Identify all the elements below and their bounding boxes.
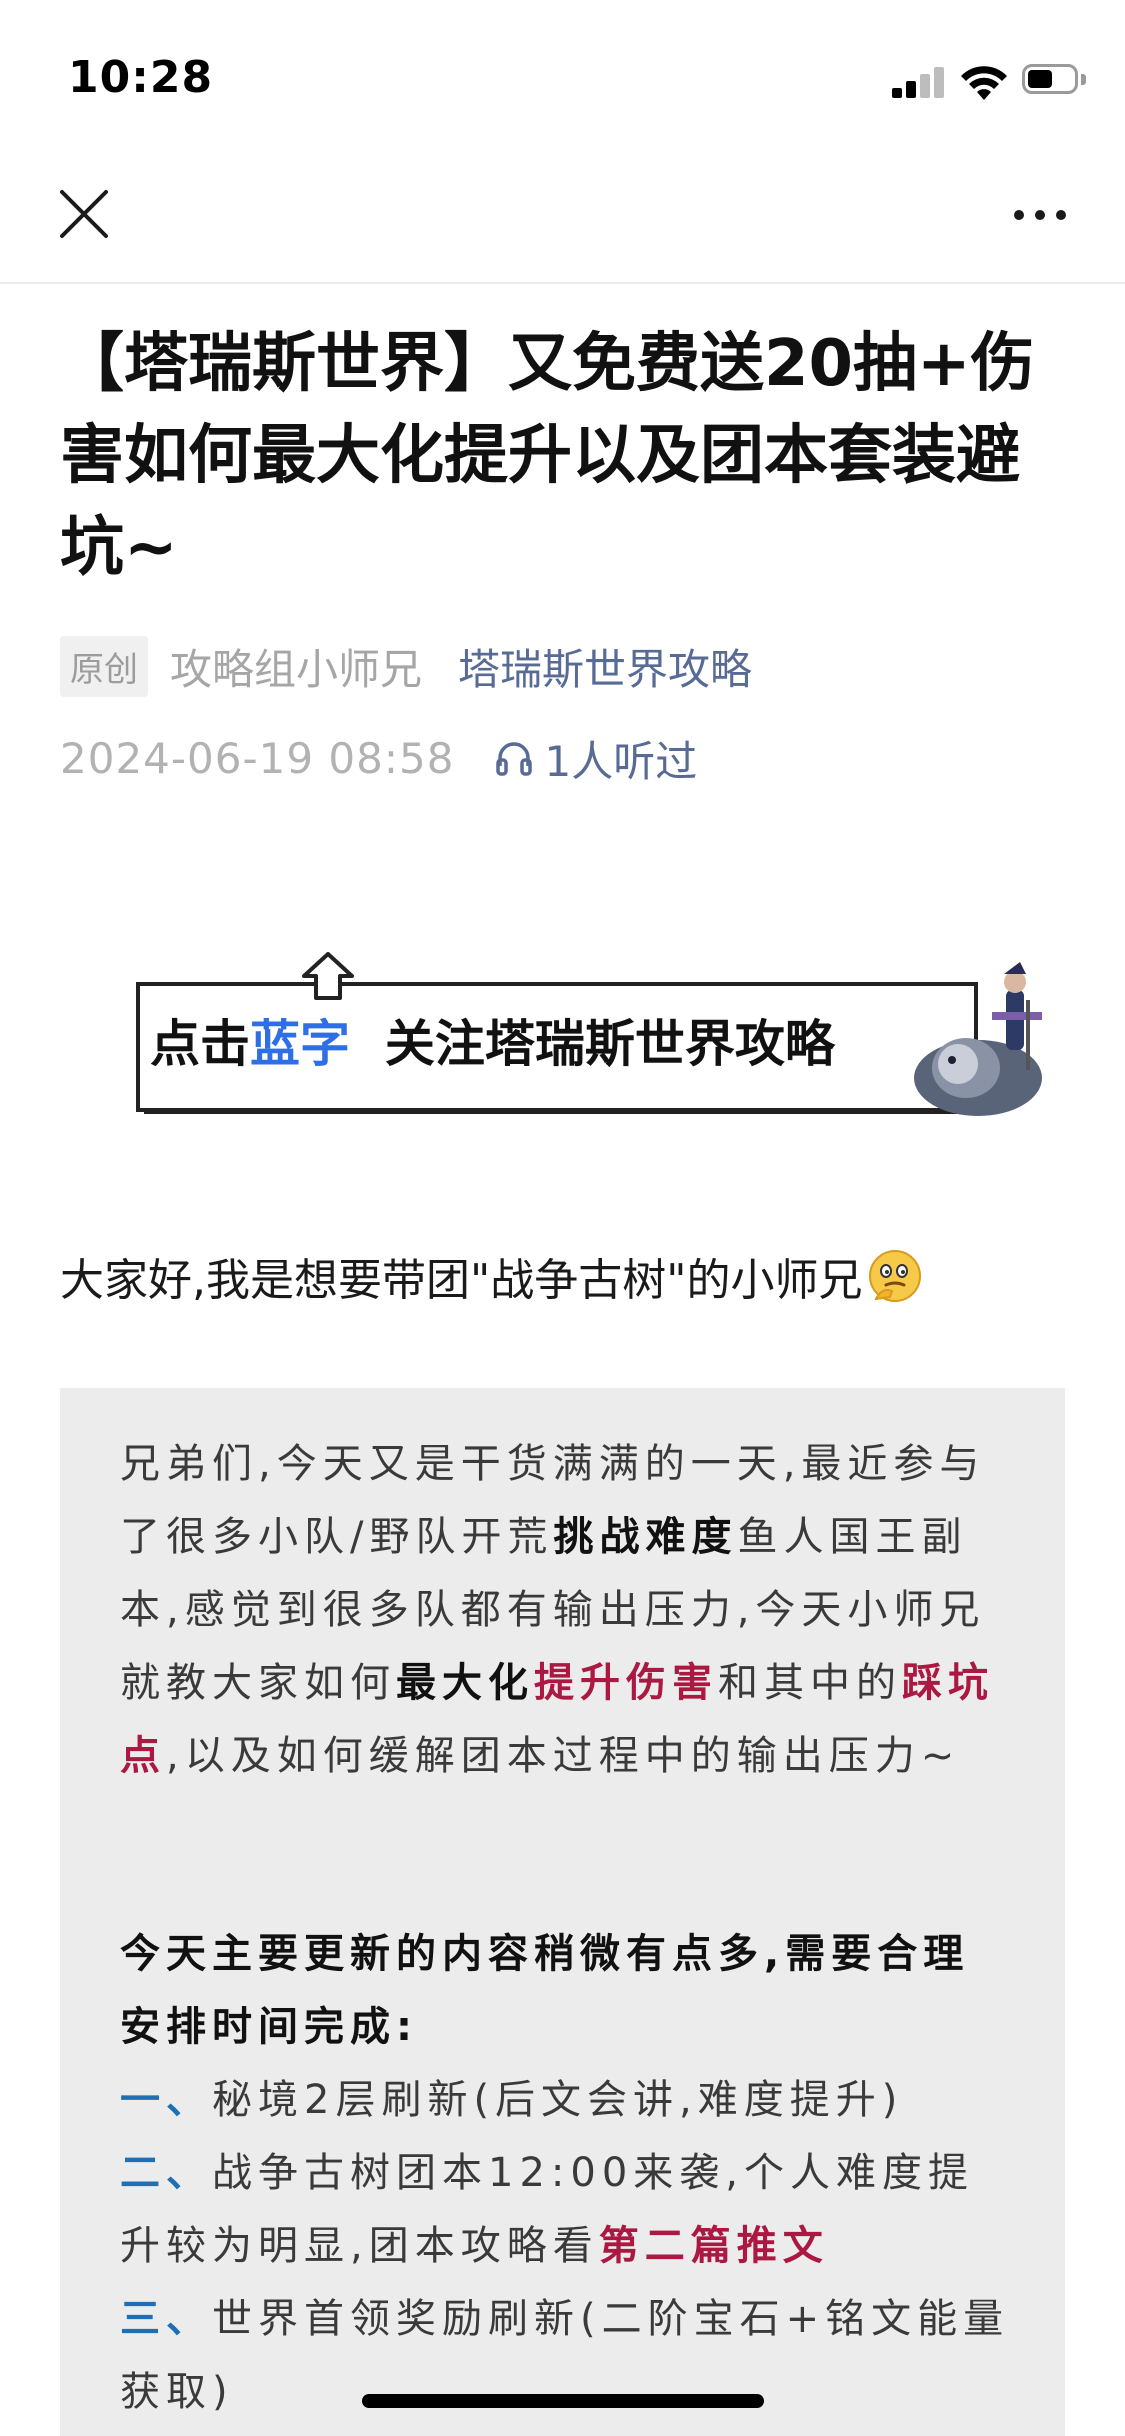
list-item-text: 秘境2层刷新(后文会讲,难度提升)	[212, 2077, 904, 2123]
quote-paragraph-1: 兄弟们,今天又是干货满满的一天,最近参与了很多小队/野队开荒挑战难度鱼人国王副本…	[120, 1428, 1010, 1793]
wifi-icon	[961, 66, 1007, 100]
status-bar: 10:28	[0, 0, 1125, 150]
account-link[interactable]: 塔瑞斯世界攻略	[458, 636, 752, 697]
nav-bar	[0, 150, 1125, 284]
listen-button[interactable]: 1人听过	[494, 728, 697, 789]
quote-block: 兄弟们,今天又是干货满满的一天,最近参与了很多小队/野队开荒挑战难度鱼人国王副本…	[60, 1388, 1065, 2436]
quote-list-item-2: 二、战争古树团本12:00来袭,个人难度提升较为明显,团本攻略看第二篇推文	[120, 2137, 1010, 2283]
quote-bold-text: 今天主要更新的内容稍微有点多,需要合理安排时间完成:	[120, 1931, 970, 2050]
article-title: 【塔瑞斯世界】又免费送20抽+伤害如何最大化提升以及团本套装避坑~	[60, 327, 1035, 585]
quote-bold-text: 最大化	[396, 1660, 534, 1706]
banner-text-blue: 蓝字	[250, 1015, 350, 1073]
author-name: 攻略组小师兄	[170, 644, 423, 694]
status-time: 10:28	[68, 52, 214, 103]
article-meta: 原创 攻略组小师兄 塔瑞斯世界攻略	[60, 635, 752, 697]
second-article-link[interactable]: 第二篇推文	[599, 2223, 829, 2269]
list-item-text: 战争古树团本12:00来袭,个人难度提升较为明显,团本攻略看	[120, 2150, 974, 2269]
quote-paragraph-2: 今天主要更新的内容稍微有点多,需要合理安排时间完成:	[120, 1918, 1010, 2064]
battery-icon	[1022, 64, 1088, 96]
up-arrow-icon	[302, 952, 354, 1000]
list-number: 二、	[120, 2150, 212, 2196]
quote-highlight-text: 提升伤害	[534, 1660, 718, 1706]
thinking-face-emoji-icon	[869, 1250, 922, 1302]
quote-list-item-1: 一、秘境2层刷新(后文会讲,难度提升)	[120, 2064, 1010, 2137]
follow-banner[interactable]: 点击蓝字 关注塔瑞斯世界攻略	[136, 950, 1068, 1118]
quote-text: ,以及如何缓解团本过程中的输出压力~	[166, 1733, 961, 1779]
more-options-icon[interactable]	[1010, 200, 1070, 230]
original-badge: 原创	[60, 635, 148, 697]
article-meta-secondary: 2024-06-19 08:58 1人听过	[60, 728, 697, 788]
quote-text: 和其中的	[718, 1660, 902, 1706]
quote-bold-text: 挑战难度	[553, 1514, 738, 1560]
banner-text: 点击蓝字 关注塔瑞斯世界攻略	[150, 1004, 835, 1076]
list-number: 三、	[120, 2296, 212, 2342]
lion-rider-illustration	[914, 962, 1042, 1116]
list-number: 一、	[120, 2077, 212, 2123]
headphones-icon	[496, 742, 533, 776]
banner-text-suffix: 关注塔瑞斯世界攻略	[384, 1015, 835, 1073]
close-icon[interactable]	[56, 186, 112, 242]
publish-date: 2024-06-19 08:58	[60, 733, 455, 783]
cellular-signal-icon	[892, 66, 946, 98]
listen-count: 1人听过	[544, 736, 698, 786]
banner-text-prefix: 点击	[150, 1015, 250, 1073]
home-indicator[interactable]	[362, 2394, 764, 2408]
intro-sentence: 大家好,我是想要带团"战争古树"的小师兄	[60, 1255, 863, 1306]
intro-text: 大家好,我是想要带团"战争古树"的小师兄	[60, 1244, 924, 1308]
